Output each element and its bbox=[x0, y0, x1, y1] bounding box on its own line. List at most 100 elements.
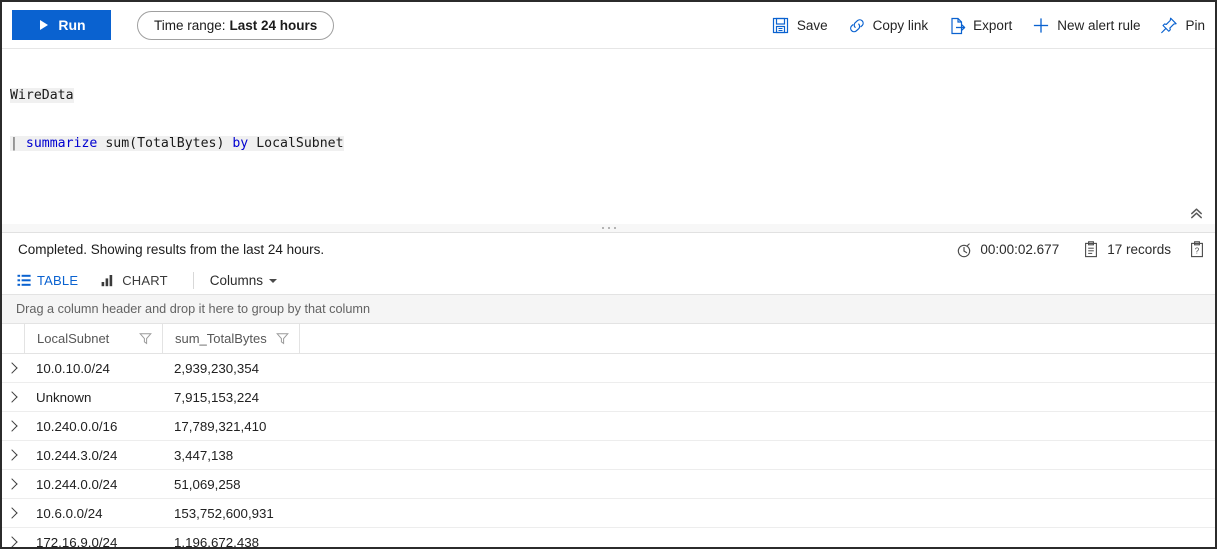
cell-localsubnet: 10.6.0.0/24 bbox=[36, 505, 103, 521]
table-row[interactable]: Unknown 7,915,153,224 bbox=[2, 383, 1215, 412]
grid-body: 10.0.10.0/24 2,939,230,354 Unknown 7,915,15… bbox=[2, 354, 1215, 549]
table-row[interactable]: 10.240.0.0/16 17,789,321,410 bbox=[2, 412, 1215, 441]
row-expand-button[interactable] bbox=[2, 354, 24, 382]
play-icon bbox=[37, 19, 50, 32]
chevron-down-icon bbox=[269, 279, 278, 283]
funnel-icon[interactable] bbox=[276, 332, 289, 345]
query-group-column: LocalSubnet bbox=[248, 136, 344, 151]
status-bar: Completed. Showing results from the last… bbox=[2, 233, 1215, 266]
group-by-hint: Drag a column header and drop it here to… bbox=[16, 302, 371, 316]
pin-icon bbox=[1160, 17, 1178, 35]
record-count: 17 records bbox=[1071, 241, 1183, 258]
table-icon bbox=[16, 273, 31, 287]
link-icon bbox=[848, 17, 866, 35]
chevron-right-icon bbox=[6, 391, 18, 403]
funnel-icon[interactable] bbox=[139, 332, 152, 345]
record-count-value: 17 records bbox=[1107, 242, 1171, 257]
cell-filler bbox=[299, 499, 1215, 527]
row-expand-button[interactable] bbox=[2, 470, 24, 498]
chevron-right-icon bbox=[6, 420, 18, 432]
cell-filler bbox=[299, 441, 1215, 469]
query-duration: 00:00:02.677 bbox=[944, 241, 1071, 258]
query-code[interactable]: WireData | summarize sum(TotalBytes) by … bbox=[2, 49, 1215, 184]
table-row[interactable]: 10.244.3.0/24 3,447,138 bbox=[2, 441, 1215, 470]
chevron-right-icon bbox=[6, 507, 18, 519]
row-expand-button[interactable] bbox=[2, 383, 24, 411]
copy-link-button[interactable]: Copy link bbox=[838, 10, 939, 42]
tab-chart-label: CHART bbox=[122, 272, 168, 288]
cell-filler bbox=[299, 470, 1215, 498]
copy-link-label: Copy link bbox=[872, 18, 929, 33]
query-duration-value: 00:00:02.677 bbox=[980, 242, 1060, 257]
cell-filler bbox=[299, 528, 1215, 547]
row-expand-button[interactable] bbox=[2, 412, 24, 440]
cell-filler bbox=[299, 354, 1215, 382]
tab-table-label: TABLE bbox=[37, 272, 79, 288]
save-label: Save bbox=[796, 18, 828, 33]
table-row[interactable]: 10.244.0.0/24 51,069,258 bbox=[2, 470, 1215, 499]
row-expand-button[interactable] bbox=[2, 499, 24, 527]
row-expand-button[interactable] bbox=[2, 441, 24, 469]
cell-localsubnet: 10.240.0.0/16 bbox=[36, 418, 118, 434]
time-range-picker[interactable]: Time range: Last 24 hours bbox=[137, 10, 335, 40]
time-range-label: Time range: bbox=[154, 17, 226, 33]
query-table-name: WireData bbox=[10, 88, 74, 103]
run-button-label: Run bbox=[58, 17, 86, 33]
status-metrics: 00:00:02.677 17 records ? bbox=[944, 233, 1211, 266]
splitter-dot bbox=[607, 227, 610, 229]
save-button[interactable]: Save bbox=[762, 10, 838, 42]
clipboard-question-icon: ? bbox=[1191, 241, 1203, 258]
toolbar: Run Time range: Last 24 hours Save Copy … bbox=[2, 2, 1215, 49]
cell-sum_totalbytes: 153,752,600,931 bbox=[174, 505, 274, 521]
cell-localsubnet: 10.244.0.0/24 bbox=[36, 476, 118, 492]
query-pipe: | bbox=[10, 136, 18, 151]
double-chevron-up-icon bbox=[1190, 207, 1202, 218]
columns-label: Columns bbox=[209, 272, 264, 288]
time-range-value: Last 24 hours bbox=[229, 17, 318, 33]
columns-dropdown[interactable]: Columns bbox=[209, 272, 278, 288]
splitter-dot bbox=[613, 227, 616, 229]
svg-text:?: ? bbox=[1195, 247, 1200, 256]
query-editor[interactable]: WireData | summarize sum(TotalBytes) by … bbox=[2, 49, 1215, 233]
status-message: Completed. Showing results from the last… bbox=[18, 242, 325, 257]
tab-separator bbox=[192, 271, 194, 289]
row-expand-button[interactable] bbox=[2, 528, 24, 547]
table-row[interactable]: 172.16.9.0/24 1,196,672,438 bbox=[2, 528, 1215, 549]
bar-chart-icon bbox=[101, 273, 116, 287]
query-aggregate: sum(TotalBytes) bbox=[97, 136, 233, 151]
column-header-label: sum_TotalBytes bbox=[175, 331, 267, 346]
cell-sum_totalbytes: 3,447,138 bbox=[174, 447, 234, 463]
tab-chart[interactable]: CHART bbox=[101, 273, 177, 288]
new-alert-rule-label: New alert rule bbox=[1057, 18, 1141, 33]
editor-splitter[interactable] bbox=[2, 224, 1215, 232]
query-keyword-by: by bbox=[232, 136, 249, 151]
column-header-sum-totalbytes[interactable]: sum_TotalBytes bbox=[163, 324, 300, 353]
clipboard-icon bbox=[1083, 241, 1099, 258]
export-label: Export bbox=[973, 18, 1013, 33]
new-alert-rule-button[interactable]: New alert rule bbox=[1022, 10, 1150, 42]
grid-header-row: LocalSubnet sum_TotalBytes bbox=[2, 324, 1215, 354]
query-details-button[interactable]: ? bbox=[1183, 238, 1211, 262]
table-row[interactable]: 10.6.0.0/24 153,752,600,931 bbox=[2, 499, 1215, 528]
cell-localsubnet: 172.16.9.0/24 bbox=[36, 534, 118, 549]
cell-sum_totalbytes: 2,939,230,354 bbox=[174, 360, 260, 376]
collapse-editor-button[interactable] bbox=[1185, 203, 1207, 223]
column-header-localsubnet[interactable]: LocalSubnet bbox=[25, 324, 163, 353]
cell-sum_totalbytes: 1,196,672,438 bbox=[174, 534, 260, 549]
pin-button[interactable]: Pin bbox=[1150, 10, 1215, 42]
plus-icon bbox=[1032, 17, 1050, 35]
tab-table[interactable]: TABLE bbox=[16, 273, 87, 288]
result-view-tabs: TABLE CHART Columns bbox=[2, 266, 1215, 294]
query-line-1: WireData bbox=[2, 88, 1215, 104]
column-header-filler bbox=[300, 324, 1215, 353]
toolbar-actions: Save Copy link Export New alert rule Pin bbox=[762, 2, 1215, 49]
save-icon bbox=[772, 17, 790, 35]
table-row[interactable]: 10.0.10.0/24 2,939,230,354 bbox=[2, 354, 1215, 383]
run-button[interactable]: Run bbox=[12, 10, 111, 40]
splitter-dot bbox=[601, 227, 604, 229]
cell-localsubnet: 10.244.3.0/24 bbox=[36, 447, 118, 463]
cell-filler bbox=[299, 383, 1215, 411]
group-by-dropzone[interactable]: Drag a column header and drop it here to… bbox=[2, 294, 1215, 324]
export-button[interactable]: Export bbox=[938, 10, 1022, 42]
pin-label: Pin bbox=[1185, 18, 1205, 33]
